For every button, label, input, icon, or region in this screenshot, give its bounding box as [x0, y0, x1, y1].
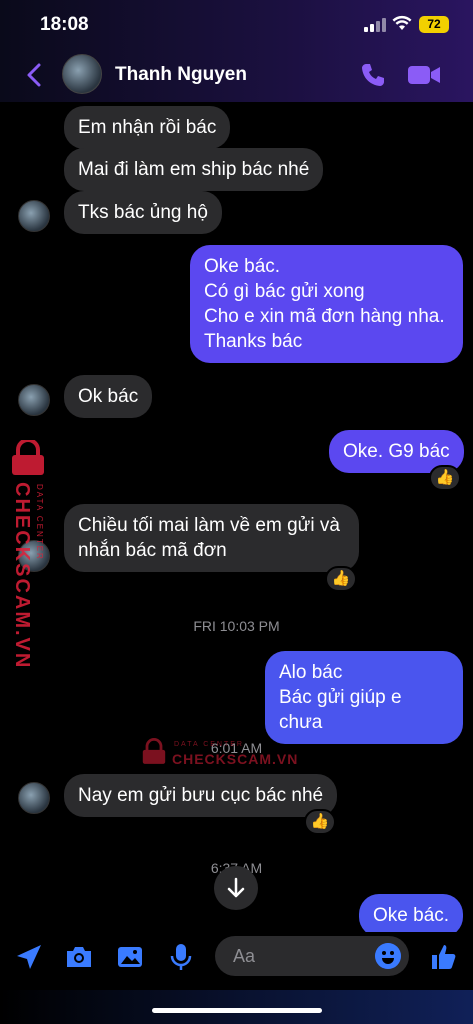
- wifi-icon: [392, 15, 412, 30]
- message-bubble-incoming[interactable]: Nay em gửi bưu cục bác nhé: [64, 774, 338, 817]
- sender-avatar[interactable]: [18, 200, 50, 232]
- sender-avatar[interactable]: [18, 782, 50, 814]
- message-bubble-outgoing[interactable]: Alo bác Bác gửi giúp e chưa: [265, 651, 463, 744]
- watermark-brand: CHECKSCAM.VN: [172, 751, 299, 767]
- message-bubble-incoming[interactable]: Chiều tối mai làm về em gửi và nhắn bác …: [64, 504, 359, 572]
- message-composer: Aa: [0, 932, 473, 992]
- cellular-signal-icon: [364, 18, 386, 32]
- watermark-logo-center: DATA CENTER CHECKSCAM.VN: [140, 735, 310, 775]
- sender-avatar[interactable]: [18, 384, 50, 416]
- status-time: 18:08: [40, 14, 89, 35]
- watermark-brand: CHECKSCAM.VN: [11, 482, 33, 670]
- thumbs-up-icon[interactable]: 👍: [304, 809, 336, 835]
- thumbs-up-icon[interactable]: 👍: [325, 566, 357, 592]
- home-area: [0, 990, 473, 1024]
- camera-icon[interactable]: [64, 942, 94, 972]
- contact-name[interactable]: Thanh Nguyen: [115, 64, 247, 86]
- status-bar: 18:08 72: [0, 0, 473, 50]
- watermark-logo: CHECKSCAM.VN DATA CENTER: [4, 440, 52, 669]
- watermark-tagline: DATA CENTER: [174, 741, 244, 748]
- message-input-placeholder: Aa: [233, 946, 256, 966]
- timestamp-divider: FRI 10:03 PM: [193, 618, 280, 634]
- lock-icon: [142, 738, 166, 764]
- message-bubble-incoming[interactable]: Em nhận rồi bác: [64, 106, 231, 149]
- thumbs-up-icon[interactable]: [428, 942, 458, 972]
- emoji-icon[interactable]: [375, 943, 401, 969]
- battery-indicator: 72: [419, 16, 449, 33]
- lock-icon: [12, 440, 44, 475]
- scroll-to-bottom-button[interactable]: [214, 866, 258, 910]
- location-arrow-icon[interactable]: [14, 942, 44, 972]
- back-chevron-icon[interactable]: [24, 62, 44, 88]
- message-bubble-incoming[interactable]: Ok bác: [64, 375, 153, 418]
- image-icon[interactable]: [115, 942, 145, 972]
- message-input[interactable]: Aa: [215, 936, 409, 976]
- thumbs-up-icon[interactable]: 👍: [429, 465, 461, 491]
- message-bubble-outgoing[interactable]: Oke bác. Có gì bác gửi xong Cho e xin mã…: [190, 245, 463, 363]
- home-indicator[interactable]: [152, 1008, 322, 1013]
- contact-avatar[interactable]: [62, 54, 102, 94]
- message-bubble-outgoing[interactable]: Oke bác.: [359, 894, 464, 932]
- message-bubble-incoming[interactable]: Mai đi làm em ship bác nhé: [64, 148, 324, 191]
- message-bubble-incoming[interactable]: Tks bác ủng hộ: [64, 191, 222, 234]
- watermark-tagline: DATA CENTER: [35, 484, 44, 561]
- microphone-icon[interactable]: [166, 942, 196, 972]
- arrow-down-icon: [227, 877, 245, 898]
- video-camera-icon[interactable]: [407, 64, 441, 86]
- phone-icon[interactable]: [360, 62, 386, 88]
- conversation-header: Thanh Nguyen: [0, 50, 473, 102]
- message-thread[interactable]: Em nhận rồi bác Mai đi làm em ship bác n…: [0, 102, 473, 932]
